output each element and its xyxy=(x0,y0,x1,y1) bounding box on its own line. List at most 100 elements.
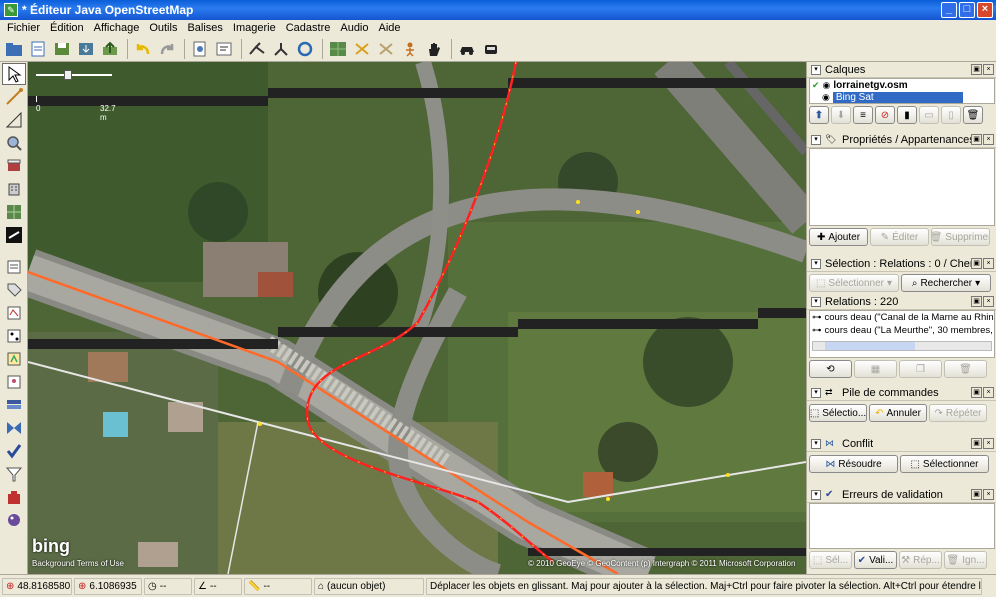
split-way-button[interactable] xyxy=(270,38,291,59)
add-relation-button[interactable]: ⟲ xyxy=(809,360,852,378)
latitude-field[interactable]: ⊕ 48.8168580 xyxy=(2,577,72,595)
toggle-filter-button[interactable] xyxy=(2,463,26,485)
menu-outils[interactable]: Outils xyxy=(144,22,182,34)
info-button[interactable] xyxy=(213,38,234,59)
open-location-button[interactable] xyxy=(27,38,48,59)
preferences-button[interactable] xyxy=(189,38,210,59)
tool-person-button[interactable] xyxy=(399,38,420,59)
close-dialog-icon[interactable]: × xyxy=(983,134,994,145)
close-dialog-icon[interactable]: × xyxy=(983,489,994,500)
collapse-icon[interactable]: ▾ xyxy=(811,387,821,398)
close-button[interactable]: × xyxy=(977,2,993,18)
duplicate-relation-button[interactable]: ❐ xyxy=(899,360,942,378)
upload-button[interactable] xyxy=(99,38,120,59)
pan-button[interactable] xyxy=(423,38,444,59)
zoom-mode-button[interactable] xyxy=(2,132,26,154)
zoom-slider-knob[interactable] xyxy=(64,70,72,80)
toggle-relations-button[interactable] xyxy=(2,325,26,347)
conflict-dialog-header[interactable]: ▾ ⋈ Conflit ▣ × xyxy=(807,436,996,452)
toggle-selection-button[interactable] xyxy=(2,302,26,324)
selection-dialog-header[interactable]: ▾ Sélection : Relations : 0 / Chemins ▣× xyxy=(807,256,996,272)
toggle-validation-button[interactable] xyxy=(2,440,26,462)
measure-mode-button[interactable] xyxy=(2,109,26,131)
close-dialog-icon[interactable]: × xyxy=(983,258,994,269)
close-dialog-icon[interactable]: × xyxy=(983,387,994,398)
menu-balises[interactable]: Balises xyxy=(182,22,227,34)
car-route-button[interactable] xyxy=(456,38,477,59)
eye-icon[interactable]: ◉ xyxy=(823,80,831,91)
detach-icon[interactable]: ▣ xyxy=(971,134,982,145)
toggle-visible-button[interactable]: ⊘ xyxy=(875,106,895,124)
tool-scissors-button[interactable] xyxy=(351,38,372,59)
move-down-button[interactable]: ⬇ xyxy=(831,106,851,124)
collapse-icon[interactable]: ▾ xyxy=(811,489,821,500)
search-button[interactable]: ⌕ Rechercher ▾ xyxy=(901,274,991,292)
toggle-users-button[interactable] xyxy=(2,371,26,393)
node[interactable] xyxy=(726,473,730,477)
list-item[interactable]: ⊶ cours deau ("Canal de la Marne au Rhin"… xyxy=(810,311,994,324)
select-button[interactable]: ⬚ Sélectionner ▾ xyxy=(809,274,899,292)
toggle-history-button[interactable] xyxy=(2,348,26,370)
bing-terms-link[interactable]: Background Terms of Use xyxy=(32,559,124,568)
menu-aide[interactable]: Aide xyxy=(374,22,406,34)
merge-layer-button[interactable]: ≡ xyxy=(853,106,873,124)
tool-cross-button[interactable] xyxy=(375,38,396,59)
node[interactable] xyxy=(258,422,262,426)
close-dialog-icon[interactable]: × xyxy=(983,438,994,449)
save-as-button[interactable] xyxy=(75,38,96,59)
detach-icon[interactable]: ▣ xyxy=(971,296,982,307)
toggle-layers-button[interactable] xyxy=(2,256,26,278)
validate-button[interactable]: ✔ Vali... xyxy=(854,551,897,569)
select-conflict-button[interactable]: ⬚ Sélectionner xyxy=(900,455,989,473)
collapse-icon[interactable]: ▾ xyxy=(811,64,821,75)
close-dialog-icon[interactable]: × xyxy=(983,296,994,307)
imagery-button[interactable] xyxy=(327,38,348,59)
menu-imagerie[interactable]: Imagerie xyxy=(228,22,281,34)
map-view[interactable]: 0 32.7 m bing Background Terms of Use © … xyxy=(28,62,806,574)
detach-icon[interactable]: ▣ xyxy=(971,387,982,398)
combine-way-button[interactable] xyxy=(246,38,267,59)
extrude-mode-button[interactable] xyxy=(2,178,26,200)
delete-tag-button[interactable]: 🗑Supprimer xyxy=(931,228,990,246)
collapse-icon[interactable]: ▾ xyxy=(811,296,821,307)
zoom-slider-track[interactable] xyxy=(36,74,112,76)
move-up-button[interactable]: ⬆ xyxy=(809,106,829,124)
node[interactable] xyxy=(576,200,580,204)
draw-mode-button[interactable] xyxy=(2,86,26,108)
collapse-icon[interactable]: ▾ xyxy=(811,438,821,449)
wms-mode-button[interactable] xyxy=(2,201,26,223)
scrollbar-thumb[interactable] xyxy=(825,342,915,350)
delete-layer-button[interactable]: 🗑 xyxy=(963,106,983,124)
ignore-button[interactable]: 🗑 Ign... xyxy=(944,551,987,569)
eye-icon[interactable]: ◉ xyxy=(822,92,830,103)
edit-relation-button[interactable]: ▦ xyxy=(854,360,897,378)
car-alt-button[interactable] xyxy=(480,38,501,59)
list-item[interactable]: ⊶ cours deau ("La Meurthe", 30 membres, i xyxy=(810,324,994,337)
fix-button[interactable]: ⚒ Rép... xyxy=(899,551,942,569)
delete-relation-button[interactable]: 🗑 xyxy=(944,360,987,378)
select-mode-button[interactable] xyxy=(2,63,26,85)
edit-tag-button[interactable]: ✎ Éditer xyxy=(870,228,929,246)
validation-dialog-header[interactable]: ▾ ✔ Erreurs de validation ▣ × xyxy=(807,487,996,503)
properties-dialog-header[interactable]: ▾ 🏷 Propriétés / Appartenances ▣ × xyxy=(807,132,996,148)
open-file-button[interactable] xyxy=(3,38,24,59)
save-button[interactable] xyxy=(51,38,72,59)
menu-audio[interactable]: Audio xyxy=(335,22,373,34)
menu-cadastre[interactable]: Cadastre xyxy=(281,22,336,34)
opacity-button[interactable]: ▮ xyxy=(897,106,917,124)
collapse-icon[interactable]: ▾ xyxy=(811,258,821,269)
node[interactable] xyxy=(636,210,640,214)
toggle-conflict-button[interactable] xyxy=(2,417,26,439)
redo-command-button[interactable]: ↷ Répéter xyxy=(929,404,987,422)
reverse-way-button[interactable] xyxy=(294,38,315,59)
duplicate-layer-button[interactable]: ▭ xyxy=(919,106,939,124)
delete-mode-button[interactable] xyxy=(2,155,26,177)
redo-button[interactable] xyxy=(156,38,177,59)
node[interactable] xyxy=(606,497,610,501)
detach-icon[interactable]: ▣ xyxy=(971,64,982,75)
longitude-field[interactable]: ⊕ 6.1086935 xyxy=(74,577,142,595)
detach-icon[interactable]: ▣ xyxy=(971,489,982,500)
menu-affichage[interactable]: Affichage xyxy=(89,22,145,34)
toggle-tags-button[interactable] xyxy=(2,279,26,301)
toggle-map-paint-button[interactable] xyxy=(2,509,26,531)
